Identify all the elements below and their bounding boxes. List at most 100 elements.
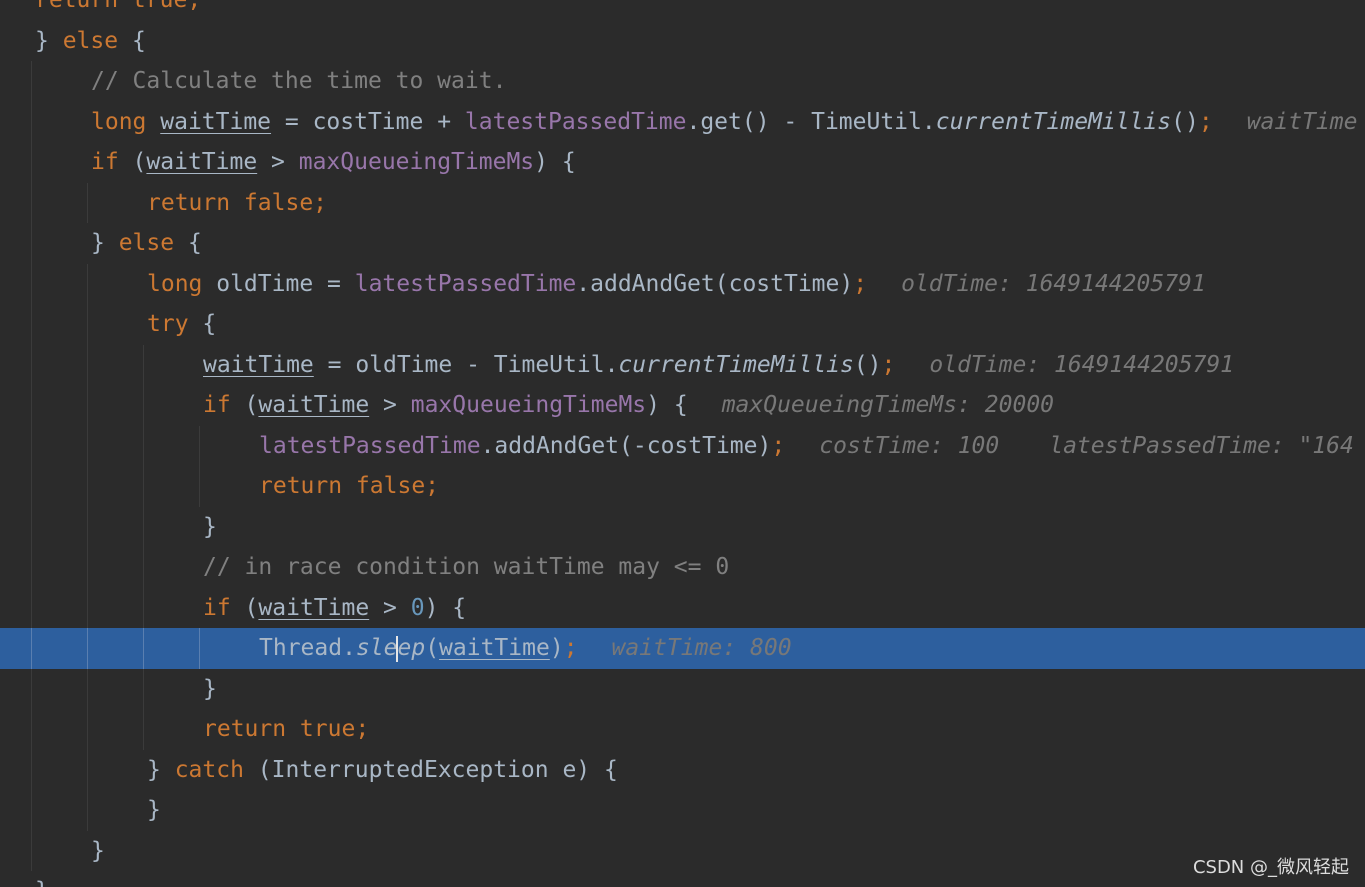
code-keyword: return false; <box>147 189 328 216</box>
code-token: ep <box>397 635 426 661</box>
line-code[interactable]: try { <box>147 304 216 345</box>
line-code[interactable]: } else { <box>91 223 202 264</box>
line-code[interactable]: return true; <box>35 0 201 21</box>
line-code[interactable]: Thread.sleep(waitTime); waitTime: 800 <box>259 628 792 669</box>
indent-guide <box>31 223 32 264</box>
code-token: ( <box>230 392 259 418</box>
line-code[interactable]: long oldTime = latestPassedTime.addAndGe… <box>147 264 1206 305</box>
code-line[interactable]: return true; <box>0 0 1365 21</box>
line-code[interactable]: } <box>203 507 217 548</box>
code-token: waitTime <box>203 351 314 378</box>
line-code[interactable]: // in race condition waitTime may <= 0 <box>203 547 729 588</box>
code-line[interactable]: // in race condition waitTime may <= 0 <box>0 547 1365 588</box>
line-code[interactable]: return false; <box>147 183 327 224</box>
debugger-inline-value: costTime: 100 <box>819 432 1000 459</box>
line-code[interactable]: return false; <box>259 466 439 507</box>
watermark: CSDN @_微风轻起 <box>1192 857 1349 878</box>
debugger-inline-value: maxQueueingTimeMs: 20000 <box>721 392 1055 418</box>
code-keyword: else <box>62 27 119 54</box>
code-token: sle <box>355 635 398 661</box>
code-line[interactable]: } <box>0 871 1365 887</box>
code-token: currentTimeMillis <box>618 351 854 378</box>
indent-guide <box>143 344 144 385</box>
line-code[interactable]: if (waitTime > 0) { <box>203 588 466 629</box>
indent-guide <box>199 628 200 669</box>
line-code[interactable]: } <box>203 669 217 710</box>
indent-guide <box>143 628 144 669</box>
code-token: waitTime <box>258 392 370 418</box>
code-token: } <box>147 797 161 823</box>
code-line[interactable]: } <box>0 669 1365 710</box>
current-line[interactable]: Thread.sleep(waitTime); waitTime: 800 <box>0 628 1365 669</box>
indent-guide <box>31 466 32 507</box>
code-line[interactable]: if (waitTime > 0) { <box>0 588 1365 629</box>
line-code[interactable]: } <box>35 871 49 887</box>
code-token: = oldTime - TimeUtil. <box>313 351 619 378</box>
indent-guide <box>87 790 88 831</box>
code-token: { <box>188 311 217 337</box>
indent-guide <box>143 709 144 750</box>
code-editor[interactable]: return true;} else {// Calculate the tim… <box>0 0 1365 887</box>
line-code[interactable]: if (waitTime > maxQueueingTimeMs) { <box>91 142 576 183</box>
code-line[interactable]: try { <box>0 304 1365 345</box>
code-line[interactable]: // Calculate the time to wait. <box>0 61 1365 102</box>
indent-guide <box>87 344 88 385</box>
line-code[interactable]: // Calculate the time to wait. <box>91 61 506 102</box>
code-line[interactable]: return false; <box>0 183 1365 224</box>
indent-guide <box>143 425 144 466</box>
code-token: } <box>35 878 49 887</box>
code-token: = costTime + <box>271 108 465 135</box>
code-line[interactable]: } <box>0 831 1365 872</box>
indent-guide <box>143 668 144 709</box>
indent-guide <box>199 425 200 466</box>
line-code[interactable]: if (waitTime > maxQueueingTimeMs) {maxQu… <box>203 385 1054 426</box>
code-line[interactable]: } <box>0 507 1365 548</box>
code-line[interactable]: } catch (InterruptedException e) { <box>0 750 1365 791</box>
code-token: () <box>1171 108 1199 135</box>
line-code[interactable]: return true; <box>203 709 369 750</box>
code-line[interactable]: } else { <box>0 223 1365 264</box>
line-code[interactable]: latestPassedTime.addAndGet(-costTime); co… <box>259 426 1354 467</box>
indent-guide <box>31 749 32 790</box>
code-line[interactable]: long waitTime = costTime + latestPassedT… <box>0 102 1365 143</box>
debugger-inline-value: waitTime <box>1246 108 1358 135</box>
code-token: > <box>257 149 299 175</box>
code-token: ) { <box>424 594 467 621</box>
indent-guide <box>87 304 88 345</box>
code-token: ( <box>118 149 147 175</box>
code-line[interactable]: return true; <box>0 709 1365 750</box>
code-keyword: long <box>91 108 147 135</box>
code-token: > <box>369 392 411 418</box>
indent-guide <box>87 385 88 426</box>
code-line[interactable]: latestPassedTime.addAndGet(-costTime); co… <box>0 426 1365 467</box>
indent-guide <box>31 182 32 223</box>
code-keyword: ; <box>1198 108 1213 135</box>
line-code[interactable]: } <box>91 831 105 872</box>
line-code[interactable]: } else { <box>35 21 146 62</box>
code-line[interactable]: if (waitTime > maxQueueingTimeMs) { <box>0 142 1365 183</box>
code-token: } <box>91 230 119 256</box>
code-line[interactable]: if (waitTime > maxQueueingTimeMs) {maxQu… <box>0 385 1365 426</box>
debugger-inline-value: oldTime: 1649144205791 <box>901 270 1206 297</box>
code-line[interactable]: long oldTime = latestPassedTime.addAndGe… <box>0 264 1365 305</box>
code-keyword: if <box>203 392 231 418</box>
line-code[interactable]: long waitTime = costTime + latestPassedT… <box>91 102 1357 143</box>
line-code[interactable]: waitTime = oldTime - TimeUtil.currentTim… <box>203 345 1234 386</box>
indent-guide <box>31 547 32 588</box>
code-line[interactable]: return false; <box>0 466 1365 507</box>
debugger-inline-value: latestPassedTime: "164 <box>1049 432 1354 459</box>
code-line[interactable]: } <box>0 790 1365 831</box>
code-token: maxQueueingTimeMs <box>298 149 535 175</box>
code-line[interactable]: waitTime = oldTime - TimeUtil.currentTim… <box>0 345 1365 386</box>
indent-guide <box>31 263 32 304</box>
code-keyword: long <box>147 270 203 297</box>
code-line[interactable]: } else { <box>0 21 1365 62</box>
code-keyword: return true; <box>35 0 202 13</box>
line-code[interactable]: } catch (InterruptedException e) { <box>147 750 618 791</box>
code-keyword: return true; <box>203 716 370 742</box>
indent-guide <box>143 587 144 628</box>
line-code[interactable]: } <box>147 790 161 831</box>
indent-guide <box>31 790 32 831</box>
code-token: } <box>35 27 63 54</box>
code-keyword: ; <box>563 635 578 661</box>
